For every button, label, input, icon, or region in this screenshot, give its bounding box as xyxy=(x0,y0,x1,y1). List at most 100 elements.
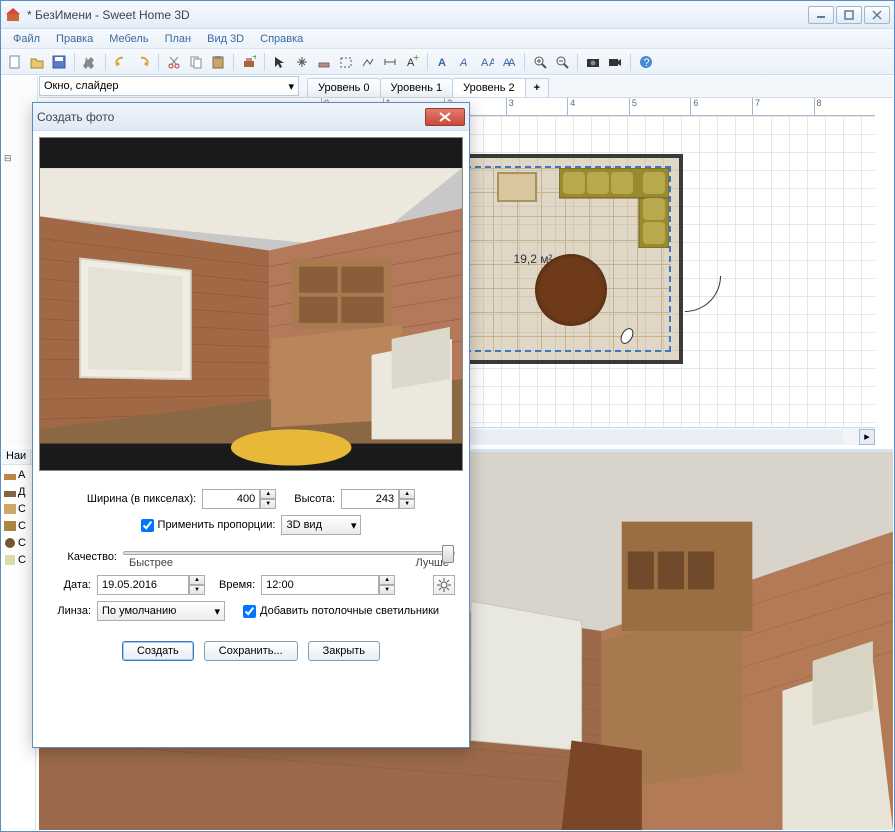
furniture-list-header: Наи xyxy=(2,449,36,465)
help-icon[interactable]: ? xyxy=(636,52,656,72)
width-label: Ширина (в пикселах): xyxy=(87,493,196,505)
list-item[interactable]: С xyxy=(2,551,35,568)
list-item[interactable]: А xyxy=(2,466,35,483)
preferences-icon[interactable] xyxy=(80,52,100,72)
create-room-icon[interactable] xyxy=(336,52,356,72)
photo-icon[interactable] xyxy=(583,52,603,72)
spin-up-icon[interactable]: ▲ xyxy=(260,489,276,499)
new-icon[interactable] xyxy=(5,52,25,72)
close-dialog-button[interactable]: Закрыть xyxy=(308,641,380,661)
minimize-button[interactable] xyxy=(808,6,834,24)
height-label: Высота: xyxy=(294,493,335,505)
lens-select[interactable]: По умолчанию▾ xyxy=(97,601,225,621)
svg-text:+: + xyxy=(413,55,419,64)
list-item[interactable]: С xyxy=(2,500,35,517)
create-polyline-icon[interactable] xyxy=(358,52,378,72)
menu-furniture[interactable]: Мебель xyxy=(103,31,154,47)
svg-text:A: A xyxy=(459,57,467,69)
camera-indicator[interactable] xyxy=(617,326,637,346)
video-icon[interactable] xyxy=(605,52,625,72)
scroll-right-icon[interactable]: ▸ xyxy=(859,429,875,445)
spin-down-icon[interactable]: ▼ xyxy=(379,585,395,595)
create-dimension-icon[interactable] xyxy=(380,52,400,72)
paste-icon[interactable] xyxy=(208,52,228,72)
height-spinner[interactable]: ▲▼ xyxy=(341,489,415,509)
furniture-side-table[interactable] xyxy=(497,172,537,202)
list-item[interactable]: С xyxy=(2,534,35,551)
time-input[interactable] xyxy=(261,575,379,595)
spin-up-icon[interactable]: ▲ xyxy=(399,489,415,499)
save-button[interactable]: Сохранить... xyxy=(204,641,298,661)
ceiling-lights-checkbox[interactable] xyxy=(243,605,256,618)
apply-ratio-label: Применить пропорции: xyxy=(158,519,276,531)
zoom-in-icon[interactable] xyxy=(530,52,550,72)
date-input[interactable] xyxy=(97,575,189,595)
furniture-corner-sofa[interactable] xyxy=(559,168,669,248)
width-spinner[interactable]: ▲▼ xyxy=(202,489,276,509)
dialog-titlebar: Создать фото xyxy=(33,103,469,131)
create-photo-dialog: Создать фото xyxy=(32,102,470,748)
cut-icon[interactable] xyxy=(164,52,184,72)
toolbar: + A+ A A AA AA ? xyxy=(1,49,894,75)
pan-icon[interactable] xyxy=(292,52,312,72)
height-input[interactable] xyxy=(341,489,399,509)
ceiling-lights-label: Добавить потолочные светильники xyxy=(260,605,439,617)
select-icon[interactable] xyxy=(270,52,290,72)
spin-down-icon[interactable]: ▼ xyxy=(260,499,276,509)
save-icon[interactable] xyxy=(49,52,69,72)
spin-down-icon[interactable]: ▼ xyxy=(189,585,205,595)
quality-slider[interactable] xyxy=(123,551,455,555)
chevron-down-icon: ▾ xyxy=(351,519,357,532)
menu-file[interactable]: Файл xyxy=(7,31,46,47)
quality-label: Качество: xyxy=(47,551,117,563)
menu-view3d[interactable]: Вид 3D xyxy=(201,31,250,47)
dialog-close-button[interactable] xyxy=(425,108,465,126)
list-item[interactable]: Д xyxy=(2,483,35,500)
furniture-category-dropdown[interactable]: Окно, слайдер ▾ xyxy=(39,76,299,96)
text-italic-icon[interactable]: A xyxy=(455,52,475,72)
tab-level-2[interactable]: Уровень 2 xyxy=(452,78,526,97)
text-bold-icon[interactable]: A xyxy=(433,52,453,72)
spin-up-icon[interactable]: ▲ xyxy=(189,575,205,585)
menu-edit[interactable]: Правка xyxy=(50,31,99,47)
list-item[interactable]: С xyxy=(2,517,35,534)
menu-help[interactable]: Справка xyxy=(254,31,309,47)
create-walls-icon[interactable] xyxy=(314,52,334,72)
spin-down-icon[interactable]: ▼ xyxy=(399,499,415,509)
lens-label: Линза: xyxy=(47,605,91,617)
text-bigger-icon[interactable]: AA xyxy=(477,52,497,72)
add-furniture-icon[interactable]: + xyxy=(239,52,259,72)
copy-icon[interactable] xyxy=(186,52,206,72)
apply-ratio-checkbox[interactable] xyxy=(141,519,154,532)
app-icon xyxy=(5,7,21,23)
close-button[interactable] xyxy=(864,6,890,24)
text-smaller-icon[interactable]: AA xyxy=(499,52,519,72)
dialog-title: Создать фото xyxy=(37,110,425,124)
width-input[interactable] xyxy=(202,489,260,509)
tab-level-1[interactable]: Уровень 1 xyxy=(380,78,454,97)
furniture-list: А Д С С С С xyxy=(2,466,36,830)
col-name[interactable]: Наи xyxy=(2,449,31,464)
svg-text:A: A xyxy=(481,57,489,69)
svg-text:+: + xyxy=(252,55,256,63)
quality-faster-label: Быстрее xyxy=(129,557,173,569)
spin-up-icon[interactable]: ▲ xyxy=(379,575,395,585)
create-label-icon[interactable]: A+ xyxy=(402,52,422,72)
chevron-down-icon: ▾ xyxy=(288,80,294,93)
sun-direction-button[interactable] xyxy=(433,575,455,595)
open-icon[interactable] xyxy=(27,52,47,72)
tree-expand-icon[interactable]: ⊟ xyxy=(4,153,12,163)
maximize-button[interactable] xyxy=(836,6,862,24)
create-button[interactable]: Создать xyxy=(122,641,194,661)
add-level-button[interactable]: + xyxy=(525,78,549,97)
menu-plan[interactable]: План xyxy=(159,31,198,47)
tab-level-0[interactable]: Уровень 0 xyxy=(307,78,381,97)
ratio-select[interactable]: 3D вид▾ xyxy=(281,515,361,535)
zoom-out-icon[interactable] xyxy=(552,52,572,72)
window-title: * БезИмени - Sweet Home 3D xyxy=(27,8,808,22)
chevron-down-icon: ▾ xyxy=(214,605,220,618)
redo-icon[interactable] xyxy=(133,52,153,72)
slider-thumb[interactable] xyxy=(442,545,454,563)
undo-icon[interactable] xyxy=(111,52,131,72)
furniture-round-table[interactable] xyxy=(535,254,607,326)
